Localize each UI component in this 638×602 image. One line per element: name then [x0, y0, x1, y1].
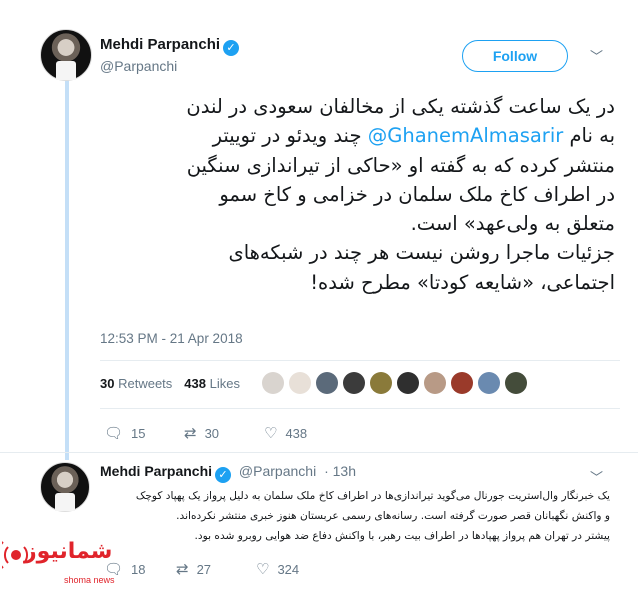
like-count: 438: [285, 425, 308, 441]
divider: [0, 452, 638, 453]
tweet-line: متعلق به ولی‌عهد» است.: [410, 212, 615, 236]
reply-action[interactable]: 🗨 15: [104, 424, 184, 442]
liker-avatar[interactable]: [370, 372, 392, 394]
retweet-icon: ⇄: [176, 561, 189, 578]
reply-author-name[interactable]: Mehdi Parpanchi: [100, 463, 212, 479]
tweet-text: در یک ساعت گذشته یکی از مخالفان سعودی در…: [90, 92, 615, 297]
thread-line: [65, 80, 69, 460]
watermark-text: شمانیوز: [24, 539, 113, 564]
verified-badge-icon: ✓: [215, 467, 232, 483]
reply-header: Mehdi Parpanchi ✓ @Parpanchi · 13h: [100, 463, 356, 483]
likes-stat[interactable]: 438 Likes: [184, 376, 240, 391]
tweet-actions: 🗨 15 ⇄ 30 ♡ 438: [104, 424, 344, 442]
author-name-text[interactable]: Mehdi Parpanchi: [100, 36, 220, 53]
retweet-icon: ⇄: [184, 425, 197, 442]
chevron-down-icon[interactable]: ﹀: [590, 46, 603, 65]
liker-avatar[interactable]: [262, 372, 284, 394]
tweet-stats: 30 Retweets 438 Likes: [100, 376, 240, 391]
divider: [100, 360, 620, 361]
mention-link[interactable]: @GhanemAlmasarir: [368, 124, 564, 147]
divider: [100, 408, 620, 409]
reply-count: 18: [131, 561, 146, 577]
tweet-line: در یک ساعت گذشته یکی از مخالفان سعودی در…: [186, 95, 615, 118]
reply-line: و واکنش نگهبانان قصر صورت گرفته است. رسا…: [176, 510, 610, 522]
avatar[interactable]: [40, 29, 92, 81]
liker-avatar[interactable]: [505, 372, 527, 394]
reply-author-handle[interactable]: @Parpanchi: [239, 463, 316, 479]
tweet-line: به نام @GhanemAlmasarir چند ویدئو در توی…: [90, 121, 615, 150]
retweet-action[interactable]: ⇄ 27: [176, 560, 256, 578]
like-icon: ♡: [256, 561, 270, 578]
like-action[interactable]: ♡ 324: [256, 560, 336, 578]
like-count: 324: [277, 561, 300, 577]
likes-count: 438: [184, 376, 206, 391]
reply-actions: 🗨 18 ⇄ 27 ♡ 324: [104, 560, 336, 578]
liker-avatar[interactable]: [289, 372, 311, 394]
retweet-count: 30: [204, 425, 220, 441]
reply-line: یک خبرنگار وال‌استریت جورنال می‌گوید تیر…: [135, 490, 610, 502]
tweet-line-suffix: چند ویدئو در توییتر: [212, 124, 362, 148]
tweet-line: جزئیات ماجرا روشن نیست هر چند در شبکه‌ها…: [228, 241, 615, 265]
reply-avatar[interactable]: [40, 462, 90, 512]
tweet-line: منتشر کرده که به گفته او «حاکی از تیراند…: [186, 153, 615, 177]
retweet-count: 27: [196, 561, 212, 577]
watermark-logo: شمانیوز shoma news: [0, 533, 128, 597]
liker-avatar[interactable]: [424, 372, 446, 394]
like-icon: ♡: [264, 425, 278, 442]
tweet-line-prefix: به نام: [569, 124, 615, 148]
likes-label: Likes: [209, 376, 240, 391]
liker-avatar[interactable]: [478, 372, 500, 394]
author-handle[interactable]: @Parpanchi: [100, 58, 177, 74]
tweet-line: اجتماعی، «شایعه کودتا» مطرح شده!: [310, 270, 615, 294]
reply-icon: 🗨: [104, 425, 124, 442]
tweet-line: در اطراف کاخ ملک سلمان در خزامی و کاخ سم…: [219, 182, 615, 206]
reply-time[interactable]: · 13h: [324, 463, 356, 479]
like-action[interactable]: ♡ 438: [264, 424, 344, 442]
retweets-count: 30: [100, 376, 115, 391]
verified-badge-icon: ✓: [223, 40, 240, 56]
retweets-stat[interactable]: 30 Retweets: [100, 376, 172, 391]
chevron-down-icon[interactable]: ﹀: [590, 467, 603, 486]
liker-avatar[interactable]: [451, 372, 473, 394]
liker-avatar[interactable]: [316, 372, 338, 394]
reply-count: 15: [131, 425, 146, 441]
liker-avatar[interactable]: [343, 372, 365, 394]
follow-button[interactable]: Follow: [462, 40, 568, 72]
tweet-timestamp[interactable]: 12:53 PM - 21 Apr 2018: [100, 331, 243, 346]
author-name[interactable]: Mehdi Parpanchi ✓: [100, 36, 240, 56]
watermark-subtext: shoma news: [64, 575, 115, 585]
reply-line: پیشتر در تهران هم پرواز پهپادها در اطراف…: [194, 530, 610, 542]
reply-text: یک خبرنگار وال‌استریت جورنال می‌گوید تیر…: [100, 486, 610, 546]
retweet-action[interactable]: ⇄ 30: [184, 424, 264, 442]
retweets-label: Retweets: [118, 376, 173, 391]
liker-avatar[interactable]: [397, 372, 419, 394]
